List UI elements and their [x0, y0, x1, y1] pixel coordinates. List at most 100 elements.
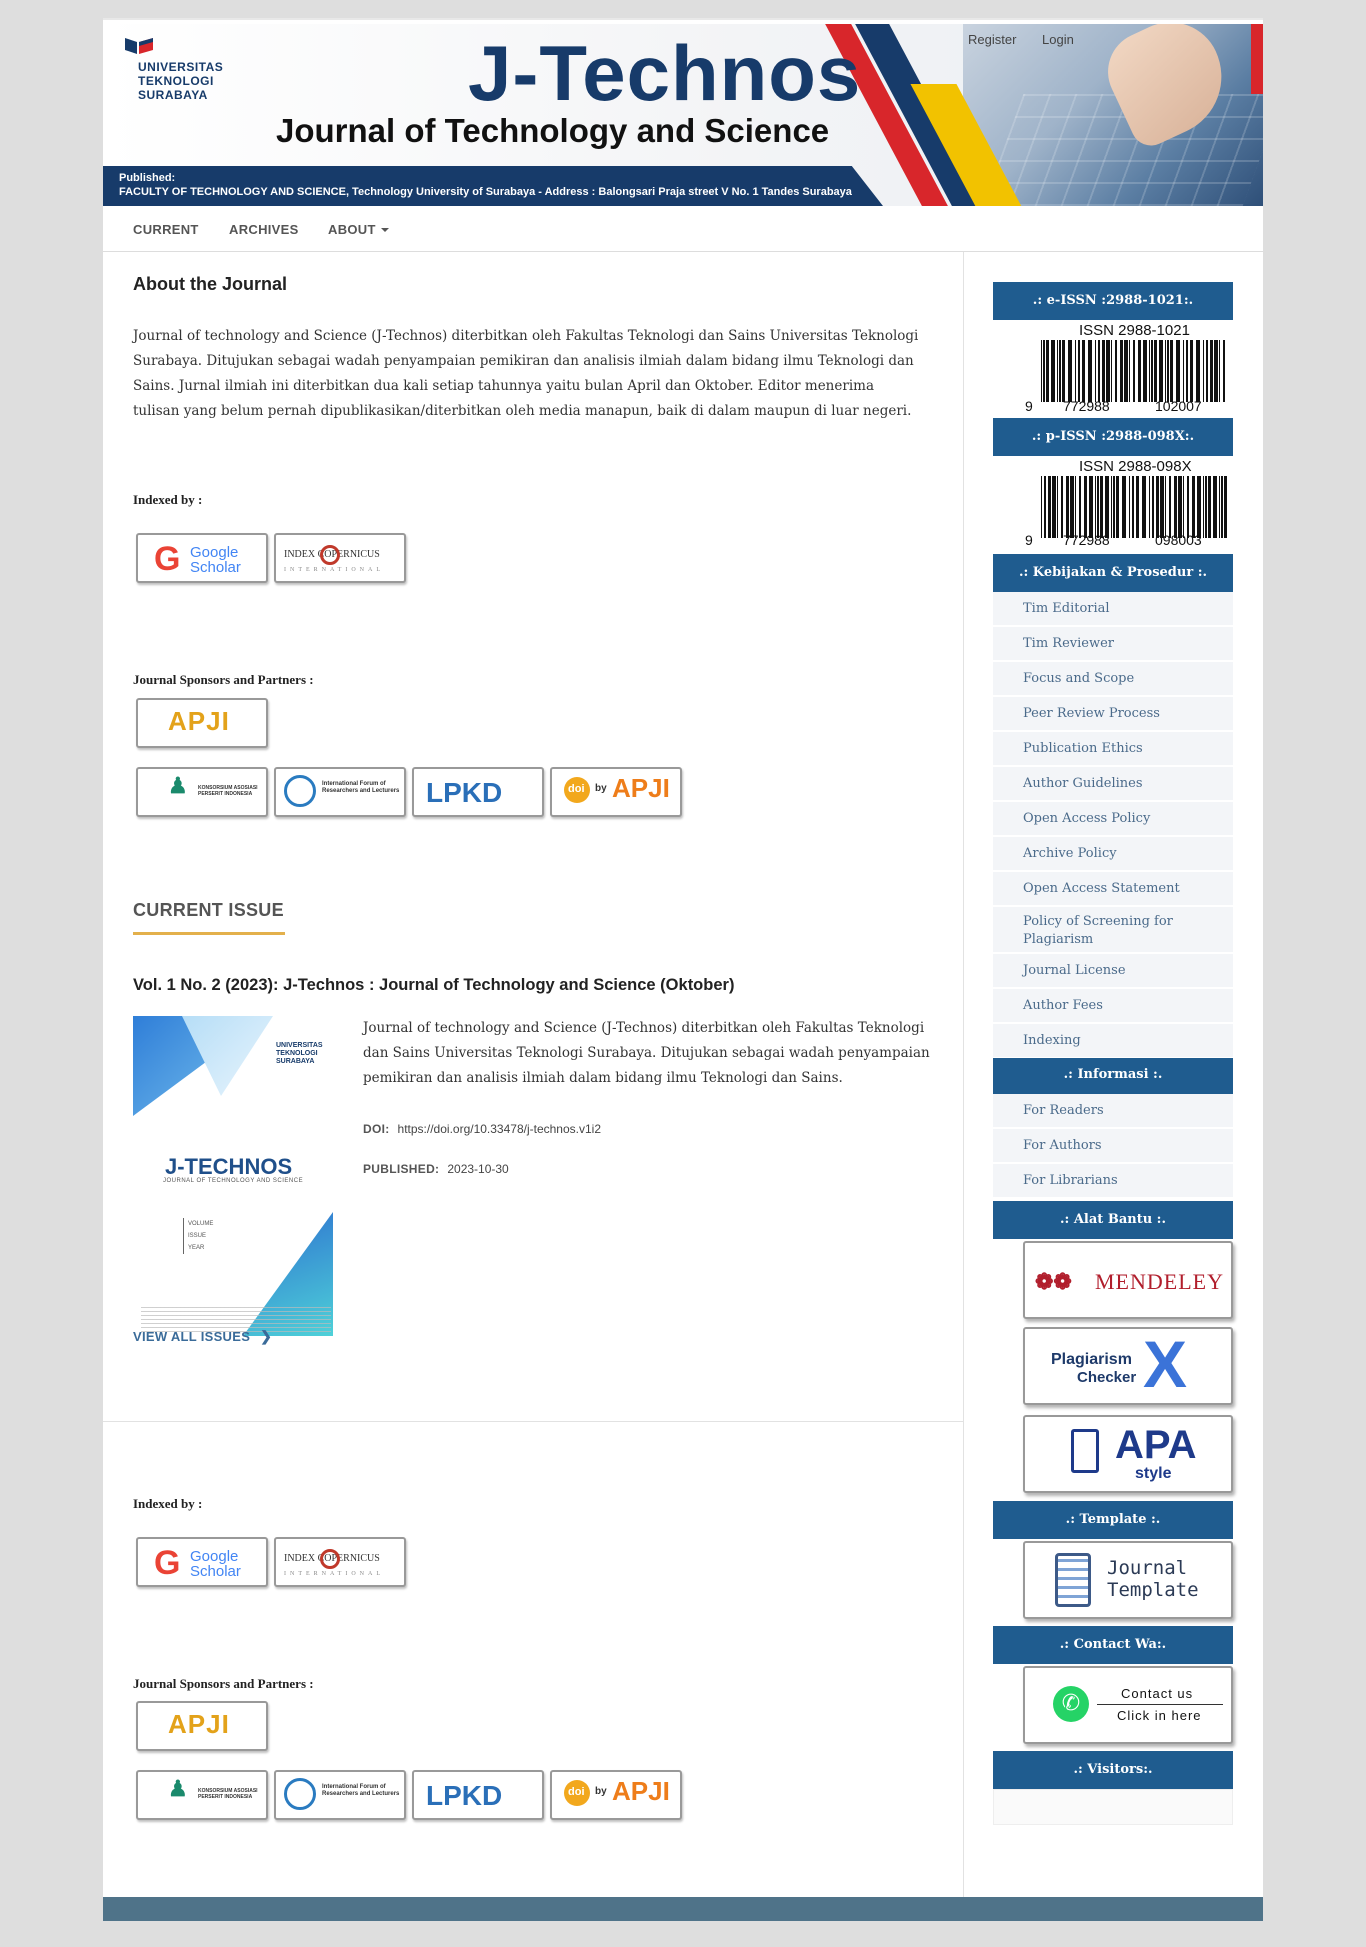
click-here-text: Click in here — [1117, 1708, 1202, 1723]
barcode-bar — [1105, 476, 1109, 538]
journal-template-button[interactable]: Journal Template — [1023, 1541, 1233, 1619]
sidebar-item-policy[interactable]: Open Access Statement — [993, 872, 1233, 906]
barcode-bar — [1082, 340, 1085, 402]
barcode-bar — [1066, 476, 1069, 538]
ifrel-badge-2[interactable]: International Forum of Researchers and L… — [274, 1770, 406, 1820]
sidebar-item-policy[interactable]: Author Fees — [993, 989, 1233, 1023]
mendeley-button[interactable]: ❁❁ MENDELEY — [1023, 1241, 1233, 1319]
sidebar-item-policy[interactable]: Tim Editorial — [993, 592, 1233, 626]
sidebar-item-policy[interactable]: Publication Ethics — [993, 732, 1233, 766]
doi-link[interactable]: https://doi.org/10.33478/j-technos.v1i2 — [398, 1122, 601, 1136]
nav-about[interactable]: ABOUT — [328, 222, 389, 237]
nav-current[interactable]: CURRENT — [133, 222, 199, 237]
sidebar-item-policy[interactable]: Tim Reviewer — [993, 627, 1233, 661]
pissn-digit-mid: 772988 — [1063, 532, 1110, 548]
apji-badge-2[interactable]: APJI — [136, 1701, 268, 1751]
barcode-bar — [1111, 476, 1112, 538]
sidebar-item-info[interactable]: For Librarians — [993, 1164, 1233, 1198]
apa-style-button[interactable]: APA style — [1023, 1415, 1233, 1493]
international-text: INTERNATIONAL — [284, 567, 384, 573]
kaspi-badge-2[interactable]: ♟ KONSORSIUM ASOSIASI PERSERIT INDONESIA — [136, 1770, 268, 1820]
doi-apji-badge-2[interactable]: doi by APJI — [550, 1770, 682, 1820]
kaspi-badge[interactable]: ♟ KONSORSIUM ASOSIASI PERSERIT INDONESIA — [136, 767, 268, 817]
barcode-bar — [1203, 340, 1204, 402]
sidebar-item-policy[interactable]: Peer Review Process — [993, 697, 1233, 731]
barcode-bar — [1214, 340, 1218, 402]
sidebar-item-policy[interactable]: Indexing — [993, 1024, 1233, 1058]
doi-apji-badge[interactable]: doi by APJI — [550, 767, 682, 817]
plagiarism-text: Plagiarism — [1051, 1351, 1132, 1368]
index-copernicus-badge-2[interactable]: INDEX COPERNICUS INTERNATIONAL — [274, 1537, 406, 1587]
nav-archives[interactable]: ARCHIVES — [229, 222, 299, 237]
barcode-bar — [1186, 340, 1188, 402]
sidebar-item-policy[interactable]: Journal License — [993, 954, 1233, 988]
barcode-bar — [1138, 340, 1141, 402]
doi-apji-text: APJI — [612, 1776, 670, 1806]
register-link[interactable]: Register — [968, 32, 1016, 47]
view-all-issues-link[interactable]: VIEW ALL ISSUES ❯ — [133, 1328, 272, 1345]
barcode-bar — [1143, 340, 1147, 402]
issue-cover-image[interactable]: UNIVERSITAS TEKNOLOGI SURABAYA J-TECHNOS… — [133, 1016, 333, 1336]
barcode-bar — [1167, 340, 1169, 402]
sidebar-item-policy[interactable]: Policy of Screening for Plagiarism — [993, 907, 1233, 953]
google-scholar-badge[interactable]: G Google Scholar — [136, 533, 268, 583]
published-date: 2023-10-30 — [447, 1162, 509, 1176]
whatsapp-contact-button[interactable]: ✆ Contact us Click in here — [1023, 1666, 1233, 1744]
visitors-widget — [993, 1789, 1233, 1825]
barcode-bar — [1120, 340, 1123, 402]
indexed-by-label: Indexed by : — [133, 492, 203, 507]
apji-badge[interactable]: APJI — [136, 698, 268, 748]
barcode-bar — [1079, 476, 1081, 538]
google-scholar-badge-2[interactable]: G Google Scholar — [136, 1537, 268, 1587]
barcode-bar — [1097, 476, 1099, 538]
about-text: Journal of technology and Science (J-Tec… — [133, 328, 919, 419]
published-label: PUBLISHED: — [363, 1162, 440, 1176]
lpkd-badge[interactable]: LPKD — [412, 767, 544, 817]
doi-by-text: by — [595, 783, 607, 794]
sidebar-item-policy[interactable]: Open Access Policy — [993, 802, 1233, 836]
sidebar-item-policy[interactable]: Archive Policy — [993, 837, 1233, 871]
google-scholar-text: Google Scholar — [190, 545, 241, 575]
cover-title: J-TECHNOS — [165, 1154, 293, 1179]
doi-row: DOI: https://doi.org/10.33478/j-technos.v… — [363, 1118, 601, 1137]
pissn-header: .: p-ISSN :2988-098X:. — [993, 418, 1233, 456]
index-copernicus-badge[interactable]: INDEX COPERNICUS INTERNATIONAL — [274, 533, 406, 583]
barcode-bar — [1183, 340, 1184, 402]
eissn-digit-mid: 772988 — [1063, 398, 1110, 414]
sidebar-item-info[interactable]: For Readers — [993, 1094, 1233, 1128]
contact-us-text: Contact us — [1121, 1686, 1194, 1701]
issue-title-link[interactable]: Vol. 1 No. 2 (2023): J-Technos : Journal… — [133, 976, 734, 995]
footer-bar — [103, 1897, 1263, 1921]
sidebar-item-policy[interactable]: Focus and Scope — [993, 662, 1233, 696]
ifrel-badge[interactable]: International Forum of Researchers and L… — [274, 767, 406, 817]
plagiarism-checker-button[interactable]: Plagiarism Checker X — [1023, 1327, 1233, 1405]
barcode-bar — [1152, 476, 1154, 538]
sidebar-item-policy[interactable]: Author Guidelines — [993, 767, 1233, 801]
barcode-bar — [1061, 476, 1063, 538]
lpkd-badge-2[interactable]: LPKD — [412, 1770, 544, 1820]
barcode-bar — [1176, 340, 1180, 402]
barcode-bar — [1183, 476, 1184, 538]
barcode-bar — [1149, 476, 1150, 538]
barcode-bar — [1043, 340, 1045, 402]
eissn-barcode: ISSN 2988-1021 9 772988 102007 — [993, 320, 1233, 418]
sidebar-item-info[interactable]: For Authors — [993, 1129, 1233, 1163]
google-g-icon: G — [154, 1544, 181, 1582]
site-subtitle: Journal of Technology and Science — [276, 112, 830, 149]
barcode-bar — [1057, 340, 1058, 402]
ifrel-text: International Forum of Researchers and L… — [322, 781, 400, 794]
barcode-bar — [1129, 340, 1130, 402]
barcode-bar — [1098, 340, 1100, 402]
doi-by-text: by — [595, 1786, 607, 1797]
site-header-banner[interactable]: UNIVERSITAS TEKNOLOGI SURABAYA J-Technos… — [103, 24, 1263, 206]
google-g-icon: G — [154, 540, 181, 578]
login-link[interactable]: Login — [1042, 32, 1074, 47]
barcode-bar — [1197, 476, 1201, 538]
barcode-bar — [1059, 340, 1061, 402]
publisher-address: FACULTY OF TECHNOLOGY AND SCIENCE, Techn… — [119, 186, 852, 198]
mendeley-text: MENDELEY — [1095, 1269, 1224, 1294]
barcode-bar — [1068, 340, 1072, 402]
doi-label: DOI: — [363, 1122, 390, 1136]
apa-text: APA — [1115, 1423, 1197, 1467]
barcode-bar — [1136, 476, 1139, 538]
